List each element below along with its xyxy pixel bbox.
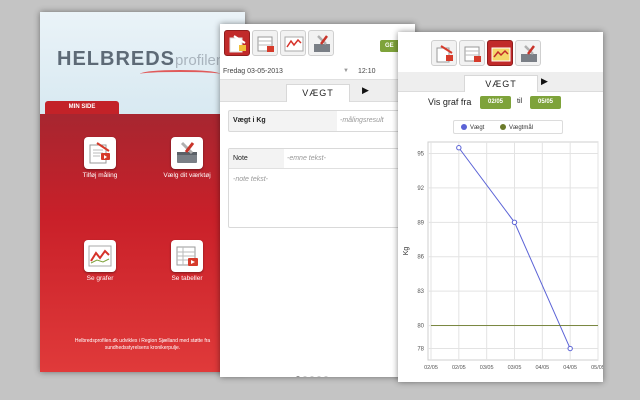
table-icon: [171, 240, 203, 272]
page-dot[interactable]: [324, 376, 328, 377]
x-tick-label: 04/05: [535, 365, 549, 371]
add-measurement-label: Tilføj måling: [82, 172, 118, 179]
note-text-input[interactable]: -note tekst-: [229, 170, 412, 228]
page-dot[interactable]: [303, 376, 307, 377]
graph-screen: VÆGT ▶ Vis graf fra 02/05 til 05/05 Vægt…: [398, 32, 603, 382]
date-range-bar: Vis graf fra 02/05 til 05/05: [398, 96, 603, 112]
note-label: Note: [233, 155, 248, 162]
tab-vaegt[interactable]: VÆGT: [464, 75, 538, 92]
next-tab-arrow-icon[interactable]: ▶: [362, 85, 369, 96]
x-tick-label: 04/05: [563, 365, 577, 371]
choose-tool-label: Vælg dit værktøj: [163, 172, 211, 179]
note-box: Note -emne tekst- -note tekst-: [228, 148, 412, 228]
logo-swoosh: [140, 70, 220, 78]
date-time-bar: Fredag 03-05-2013 ▼ 12:10: [220, 66, 415, 80]
app-logo: HELBREDSprofilen.dk: [57, 48, 244, 71]
graph-tool-icon[interactable]: [280, 30, 306, 56]
vis-graf-label: Vis graf fra: [428, 97, 472, 107]
page-dot[interactable]: [317, 376, 321, 377]
logo-main-text: HELBREDS: [57, 48, 176, 70]
x-tick-label: 03/05: [480, 365, 494, 371]
tab-vaegt[interactable]: VÆGT: [286, 84, 350, 102]
toolbox-icon: [171, 137, 203, 169]
see-tables-button[interactable]: Se tabeller: [152, 240, 222, 282]
til-label: til: [517, 98, 523, 105]
entry-screen: GE Fredag 03-05-2013 ▼ 12:10 VÆGT ▶ Vægt…: [220, 24, 415, 377]
legend-item-vaegtmaal[interactable]: Vægtmål: [500, 124, 533, 131]
graph-tool-icon[interactable]: [487, 40, 513, 66]
weight-label: Vægt i Kg: [233, 117, 266, 124]
legend-swatch: [500, 124, 506, 130]
x-tick-label: 02/05: [424, 365, 438, 371]
entry-time[interactable]: 12:10: [358, 68, 376, 75]
from-date-button[interactable]: 02/05: [480, 96, 511, 109]
x-tick-label: 05/05: [591, 365, 603, 371]
line-graph-icon: [84, 240, 116, 272]
legend-label-vaegt: Vægt: [470, 125, 485, 131]
to-date-button[interactable]: 05/05: [530, 96, 561, 109]
choose-tool-button[interactable]: Vælg dit værktøj: [152, 137, 222, 179]
legend-item-vaegt[interactable]: Vægt: [461, 124, 484, 131]
toolbox-tool-icon[interactable]: [515, 40, 541, 66]
entry-date[interactable]: Fredag 03-05-2013: [223, 68, 283, 75]
weight-field-box: Vægt i Kg -målingsresult: [228, 110, 412, 132]
plot-area: [427, 141, 599, 361]
add-measurement-tool-icon[interactable]: [224, 30, 250, 56]
dropdown-arrow-icon[interactable]: ▼: [343, 68, 349, 74]
next-tab-arrow-icon[interactable]: ▶: [541, 76, 548, 87]
y-tick-label: 92: [417, 186, 424, 192]
table-tool-icon[interactable]: [459, 40, 485, 66]
table-tool-icon[interactable]: [252, 30, 278, 56]
y-tick-label: 86: [417, 255, 424, 261]
home-screen: HELBREDSprofilen.dk MIN SIDE Tilføj måli…: [40, 12, 245, 372]
weight-data-point: [567, 345, 573, 352]
y-tick-label: 78: [417, 347, 424, 353]
legend-swatch: [461, 124, 467, 130]
y-tick-label: 83: [417, 289, 424, 295]
legend-label-vaegtmaal: Vægtmål: [509, 125, 534, 131]
y-tick-label: 95: [417, 151, 424, 157]
add-measurement-button[interactable]: Tilføj måling: [65, 137, 135, 179]
y-tick-label: 89: [417, 220, 424, 226]
note-header: Note -emne tekst-: [229, 149, 412, 169]
add-measurement-tool-icon[interactable]: [431, 40, 457, 66]
chart-legend: Vægt Vægtmål: [453, 120, 563, 134]
footer-text: Helbredsprofilen.dk udvikles i Region Sj…: [74, 338, 211, 351]
note-subject-placeholder: -emne tekst-: [287, 155, 326, 162]
toolbox-tool-icon[interactable]: [308, 30, 334, 56]
x-tick-label: 02/05: [452, 365, 466, 371]
tab-min-side[interactable]: MIN SIDE: [45, 101, 119, 114]
y-axis-label: Kg: [403, 247, 410, 256]
y-tick-label: 80: [417, 324, 424, 330]
note-subject-input[interactable]: -emne tekst-: [284, 149, 412, 168]
see-graphs-button[interactable]: Se grafer: [65, 240, 135, 282]
see-tables-label: Se tabeller: [171, 275, 203, 282]
add-measurement-icon: [84, 137, 116, 169]
page-indicator: [296, 367, 331, 377]
entry-tab-strip: VÆGT ▶: [220, 80, 415, 102]
note-text-placeholder: -note tekst-: [233, 176, 269, 183]
weight-data-point: [511, 219, 518, 226]
graph-tab-strip: VÆGT ▶: [398, 72, 603, 92]
page-dot[interactable]: [310, 376, 314, 377]
weight-chart: 95 92 89 86 83 80 78 02/05 02/05 03/05 03/05 04/05 0…: [403, 141, 603, 371]
weight-placeholder: -målingsresult: [340, 117, 384, 124]
x-tick-label: 03/05: [508, 365, 522, 371]
weight-data-point: [456, 145, 462, 151]
page-dot[interactable]: [296, 376, 300, 377]
see-graphs-label: Se grafer: [86, 275, 114, 282]
